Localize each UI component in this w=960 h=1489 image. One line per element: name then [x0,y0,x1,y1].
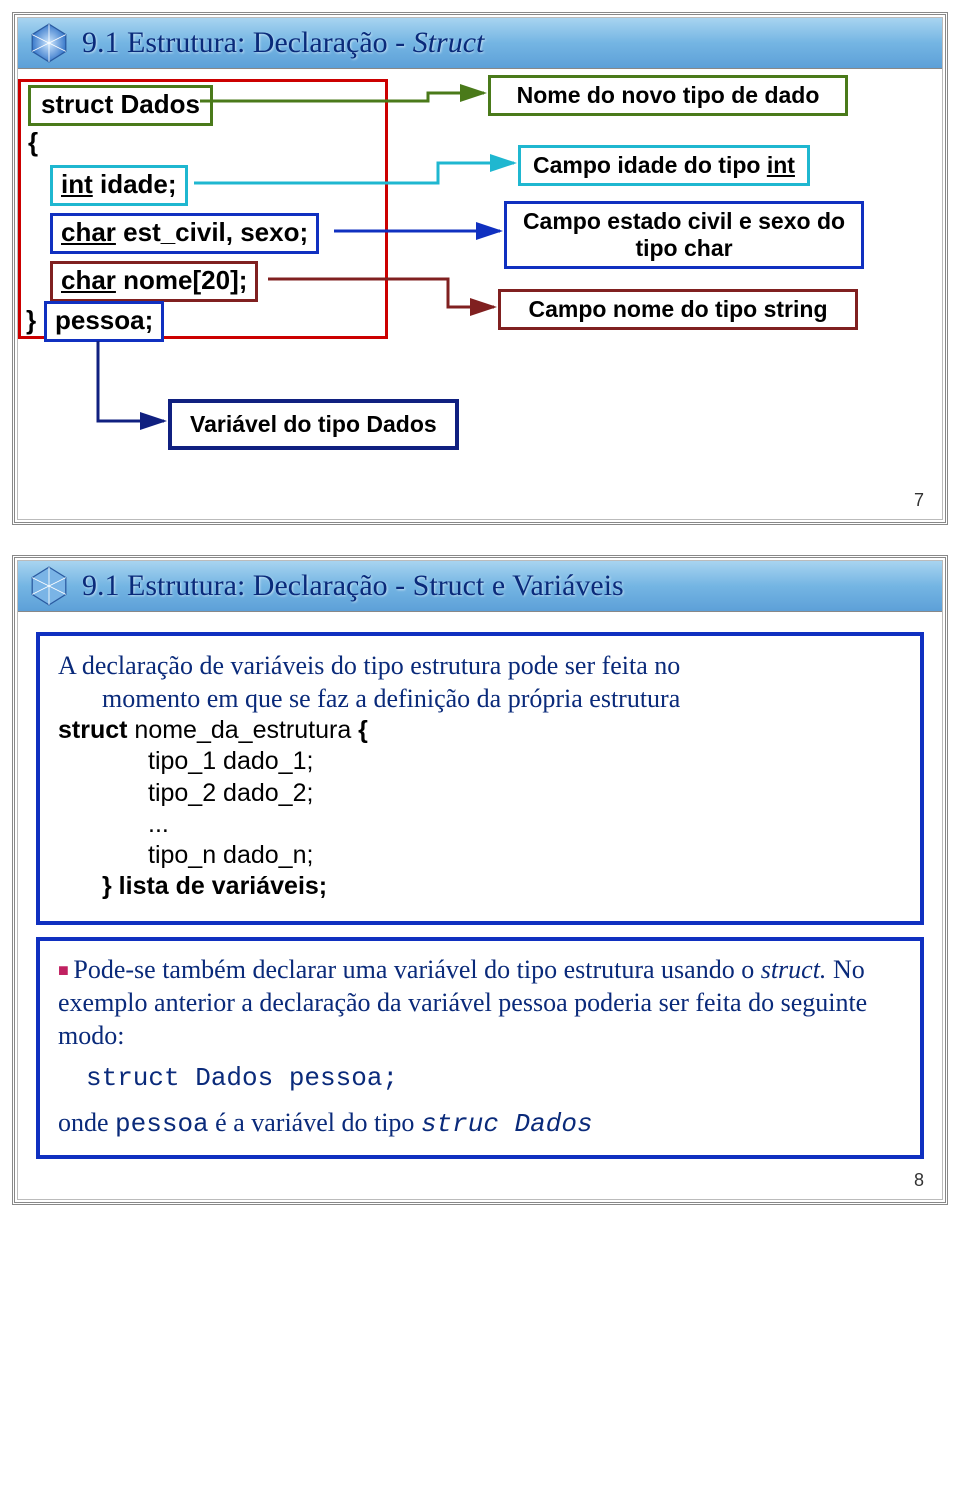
inner-box: Pode-se também declarar uma variável do … [36,937,924,1159]
brace-close: } [26,305,36,336]
para3: onde pessoa é a variável do tipo struc D… [58,1106,902,1141]
label-campo-nome: Campo nome do tipo string [498,289,858,330]
outer-box: A declaração de variáveis do tipo estrut… [36,632,924,925]
slide1-content: struct Dados { int idade; char est_civil… [18,69,942,499]
struct-template: struct nome_da_estrutura { tipo_1 dado_1… [58,715,902,903]
logo-icon [26,22,72,64]
char-estcivil-box: char est_civil, sexo; [50,213,319,254]
slide-8: 9.1 Estrutura: Declaração - Struct e Var… [12,555,948,1205]
pessoa-box: pessoa; [44,301,164,342]
label-campo-idade: Campo idade do tipo int [518,145,810,186]
brace-open: { [28,127,38,158]
logo-icon [26,565,72,607]
label-campo-estado: Campo estado civil e sexo do tipo char [504,201,864,269]
int-idade-box: int idade; [50,165,188,206]
title-text: 9.1 Estrutura: Declaração - [82,26,413,59]
code-decl: struct Dados pessoa; [86,1062,902,1095]
page-number: 8 [914,1170,924,1191]
slide-title: 9.1 Estrutura: Declaração - Struct e Var… [82,569,624,603]
para2: Pode-se também declarar uma variável do … [58,953,902,1053]
slide-7: 9.1 Estrutura: Declaração - Struct struc… [12,12,948,525]
char-nome-box: char nome[20]; [50,261,258,302]
slide-inner: 9.1 Estrutura: Declaração - Struct e Var… [17,560,943,1200]
para1-line2: momento em que se faz a definição da pró… [102,683,902,716]
title-bar: 9.1 Estrutura: Declaração - Struct [18,18,942,69]
label-variavel: Variável do tipo Dados [168,399,459,450]
struct-dados-box: struct Dados [28,85,213,126]
page-number: 7 [914,490,924,511]
title-bar: 9.1 Estrutura: Declaração - Struct e Var… [18,561,942,612]
para1-line1: A declaração de variáveis do tipo estrut… [58,650,902,683]
label-novo-tipo: Nome do novo tipo de dado [488,75,848,116]
slide-inner: 9.1 Estrutura: Declaração - Struct struc… [17,17,943,520]
slide-title: 9.1 Estrutura: Declaração - Struct [82,26,484,60]
title-italic: Struct [413,26,485,59]
